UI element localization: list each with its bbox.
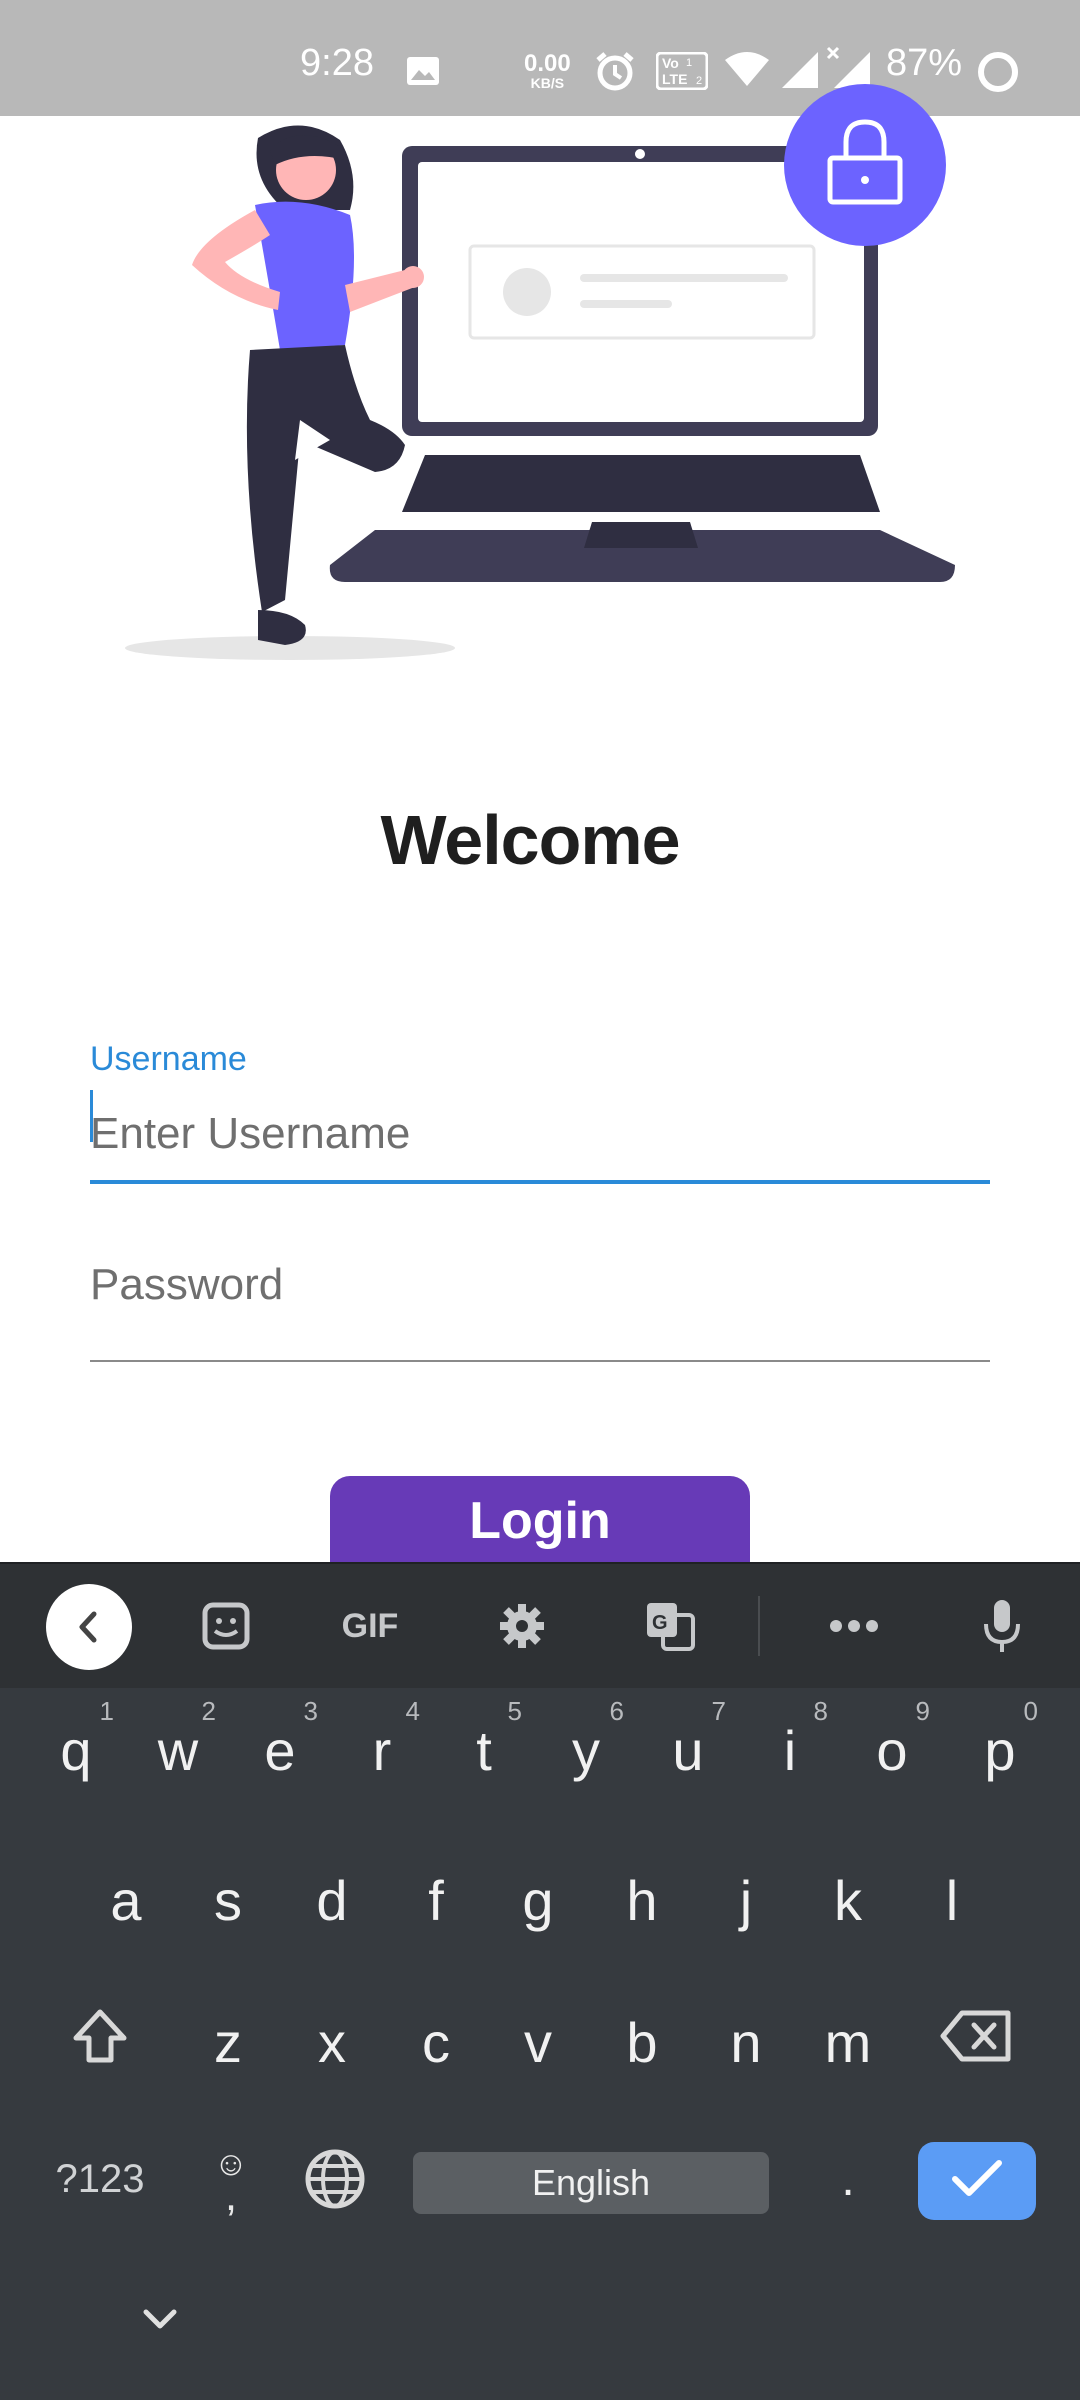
- network-speed: 0.00 KB/S: [524, 50, 571, 91]
- key-q[interactable]: q1: [26, 1690, 126, 1810]
- toolbar-divider: [758, 1596, 760, 1656]
- key-label: o: [876, 1718, 908, 1782]
- lock-badge: [784, 84, 946, 246]
- battery-ring-icon: [976, 50, 1020, 99]
- username-label: Username: [90, 1040, 247, 1078]
- image-icon: [406, 56, 440, 91]
- key-label: q: [60, 1718, 92, 1782]
- wifi-icon: [724, 52, 770, 93]
- globe-icon[interactable]: [290, 2134, 380, 2224]
- page-title: Welcome: [380, 801, 680, 879]
- enter-key[interactable]: [918, 2142, 1036, 2220]
- password-input[interactable]: [90, 1240, 990, 1330]
- signal-icon: [780, 50, 820, 95]
- key-label: i: [783, 1718, 797, 1782]
- alarm-icon: [594, 50, 636, 97]
- checkmark-icon: [951, 2159, 1003, 2204]
- translate-icon[interactable]: G: [634, 1584, 706, 1668]
- key-p[interactable]: p0: [950, 1690, 1050, 1810]
- key-x[interactable]: x: [282, 1982, 382, 2102]
- microphone-icon[interactable]: [966, 1584, 1038, 1668]
- key-a[interactable]: a: [76, 1840, 176, 1960]
- sticker-icon[interactable]: [190, 1584, 262, 1668]
- space-key[interactable]: English: [413, 2152, 769, 2214]
- key-t[interactable]: t5: [434, 1690, 534, 1810]
- lock-icon: [824, 114, 906, 211]
- password-underline: [90, 1360, 990, 1362]
- gear-icon[interactable]: [486, 1584, 558, 1668]
- sim-badge-1: 1: [686, 57, 692, 69]
- volte-label-bottom: LTE: [662, 71, 687, 87]
- backspace-key[interactable]: [926, 1982, 1026, 2102]
- key-label: e: [264, 1718, 296, 1782]
- key-d[interactable]: d: [282, 1840, 382, 1960]
- key-hint: 2: [201, 1696, 216, 1726]
- key-g[interactable]: g: [488, 1840, 588, 1960]
- comma-label: ,: [224, 2171, 238, 2220]
- key-i[interactable]: i8: [740, 1690, 840, 1810]
- key-c[interactable]: c: [386, 1982, 486, 2102]
- text-cursor: [90, 1090, 93, 1142]
- key-hint: 8: [813, 1696, 828, 1726]
- keyboard-toolbar: GIF G: [0, 1562, 1080, 1688]
- key-hint: 3: [303, 1696, 318, 1726]
- symbols-key[interactable]: ?123: [30, 2124, 170, 2234]
- gif-button[interactable]: GIF: [330, 1584, 410, 1668]
- key-hint: 1: [99, 1696, 114, 1726]
- key-o[interactable]: o9: [842, 1690, 942, 1810]
- chevron-left-icon[interactable]: [46, 1584, 132, 1670]
- key-r[interactable]: r4: [332, 1690, 432, 1810]
- key-label: w: [157, 1718, 199, 1782]
- key-y[interactable]: y6: [536, 1690, 636, 1810]
- status-bar: 9:28 0.00 KB/S Vo 1 LTE 2 87%: [0, 0, 1080, 116]
- key-hint: 4: [405, 1696, 420, 1726]
- more-horizontal-icon[interactable]: [818, 1584, 890, 1668]
- svg-text:G: G: [652, 1612, 668, 1634]
- key-z[interactable]: z: [178, 1982, 278, 2102]
- key-m[interactable]: m: [798, 1982, 898, 2102]
- key-n[interactable]: n: [696, 1982, 796, 2102]
- network-speed-unit: KB/S: [530, 75, 565, 91]
- key-s[interactable]: s: [178, 1840, 278, 1960]
- key-e[interactable]: e3: [230, 1690, 330, 1810]
- key-hint: 7: [711, 1696, 726, 1726]
- key-h[interactable]: h: [592, 1840, 692, 1960]
- key-w[interactable]: w2: [128, 1690, 228, 1810]
- key-label: p: [984, 1718, 1016, 1782]
- status-time: 9:28: [300, 42, 374, 84]
- shift-icon: [70, 2006, 130, 2079]
- sim-badge-2: 2: [696, 75, 702, 87]
- network-speed-value: 0.00: [524, 50, 571, 77]
- key-l[interactable]: l: [902, 1840, 1002, 1960]
- key-u[interactable]: u7: [638, 1690, 738, 1810]
- shift-key[interactable]: [50, 1982, 150, 2102]
- key-hint: 5: [507, 1696, 522, 1726]
- volte-label-top: Vo: [662, 55, 679, 71]
- key-hint: 6: [609, 1696, 624, 1726]
- key-b[interactable]: b: [592, 1982, 692, 2102]
- key-label: r: [372, 1718, 392, 1782]
- key-k[interactable]: k: [798, 1840, 898, 1960]
- username-input[interactable]: [90, 1088, 990, 1180]
- key-label: y: [572, 1718, 600, 1782]
- key-hint: 9: [915, 1696, 930, 1726]
- key-label: u: [672, 1718, 704, 1782]
- key-hint: 0: [1023, 1696, 1038, 1726]
- key-j[interactable]: j: [696, 1840, 796, 1960]
- username-underline: [90, 1180, 990, 1184]
- emoji-comma-key[interactable]: ☺ ,: [186, 2124, 276, 2234]
- key-f[interactable]: f: [386, 1840, 486, 1960]
- soft-keyboard: GIF G: [0, 1562, 1080, 2400]
- chevron-down-icon[interactable]: [140, 2300, 180, 2340]
- period-key[interactable]: .: [812, 2124, 884, 2234]
- volte-icon: Vo 1 LTE 2: [655, 51, 709, 95]
- key-v[interactable]: v: [488, 1982, 588, 2102]
- login-illustration: [0, 84, 1080, 676]
- backspace-icon: [940, 2010, 1012, 2075]
- key-label: t: [476, 1718, 492, 1782]
- battery-percent: 87%: [886, 42, 963, 84]
